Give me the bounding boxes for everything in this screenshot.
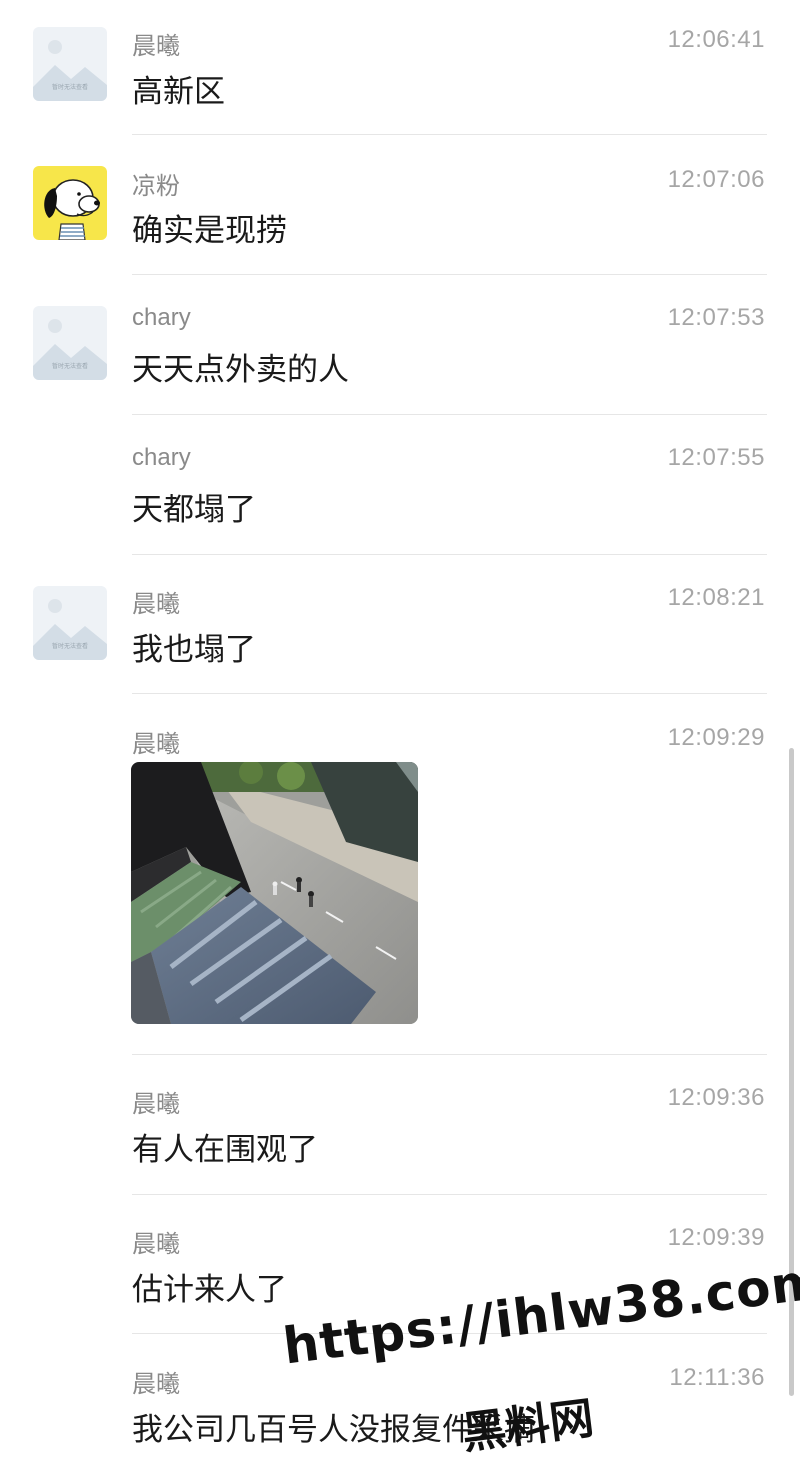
message-text: 有人在围观了: [132, 1132, 318, 1167]
sender-name: 晨曦: [132, 731, 180, 758]
message-timestamp: 12:08:21: [667, 584, 765, 611]
avatar-placeholder-image-icon[interactable]: 暂时无法查看: [33, 586, 107, 660]
sender-name: 晨曦: [132, 1091, 180, 1118]
sender-name: 晨曦: [132, 33, 180, 60]
sender-name: chary: [132, 304, 191, 331]
chat-message[interactable]: 暂时无法查看 晨曦 12:08:21 我也塌了: [0, 555, 800, 695]
message-timestamp: 12:09:39: [667, 1224, 765, 1251]
message-timestamp: 12:07:53: [667, 304, 765, 331]
message-text: 我也塌了: [132, 632, 256, 667]
message-text: 确实是现捞: [132, 213, 287, 248]
chat-message[interactable]: 晨曦 12:09:36 有人在围观了: [0, 1055, 800, 1195]
message-timestamp: 12:11:36: [669, 1364, 765, 1391]
avatar-caption: 暂时无法查看: [52, 642, 88, 650]
chat-message[interactable]: 凉粉 12:07:06 确实是现捞: [0, 135, 800, 275]
message-text: 高新区: [132, 74, 225, 109]
sender-name: 晨曦: [132, 591, 180, 618]
sender-name: 晨曦: [132, 1231, 180, 1258]
avatar-placeholder-image-icon[interactable]: 暂时无法查看: [33, 27, 107, 101]
message-timestamp: 12:07:06: [667, 166, 765, 193]
sender-name: 凉粉: [132, 173, 180, 200]
message-timestamp: 12:09:36: [667, 1084, 765, 1111]
sender-name: 晨曦: [132, 1371, 180, 1398]
message-text: 估计来人了: [132, 1272, 287, 1307]
chat-message[interactable]: 暂时无法查看 chary 12:07:53 天天点外卖的人: [0, 275, 800, 415]
message-timestamp: 12:06:41: [667, 26, 765, 53]
avatar-caption: 暂时无法查看: [52, 362, 88, 370]
avatar-placeholder-image-icon[interactable]: 暂时无法查看: [33, 306, 107, 380]
chat-history-page: 暂时无法查看 晨曦 12:06:41 高新区 凉粉 12:07:06 确实是现捞: [0, 0, 800, 1484]
chat-message[interactable]: 暂时无法查看 晨曦 12:06:41 高新区: [0, 0, 800, 135]
chat-message[interactable]: chary 12:07:55 天都塌了: [0, 415, 800, 555]
avatar-snoopy[interactable]: [33, 166, 107, 240]
message-timestamp: 12:07:55: [667, 444, 765, 471]
message-text: 天都塌了: [132, 492, 256, 527]
message-text: 天天点外卖的人: [132, 352, 349, 387]
avatar-caption: 暂时无法查看: [52, 83, 88, 91]
message-timestamp: 12:09:29: [667, 724, 765, 751]
street-photo-image[interactable]: [131, 762, 418, 1024]
sender-name: chary: [132, 444, 191, 471]
